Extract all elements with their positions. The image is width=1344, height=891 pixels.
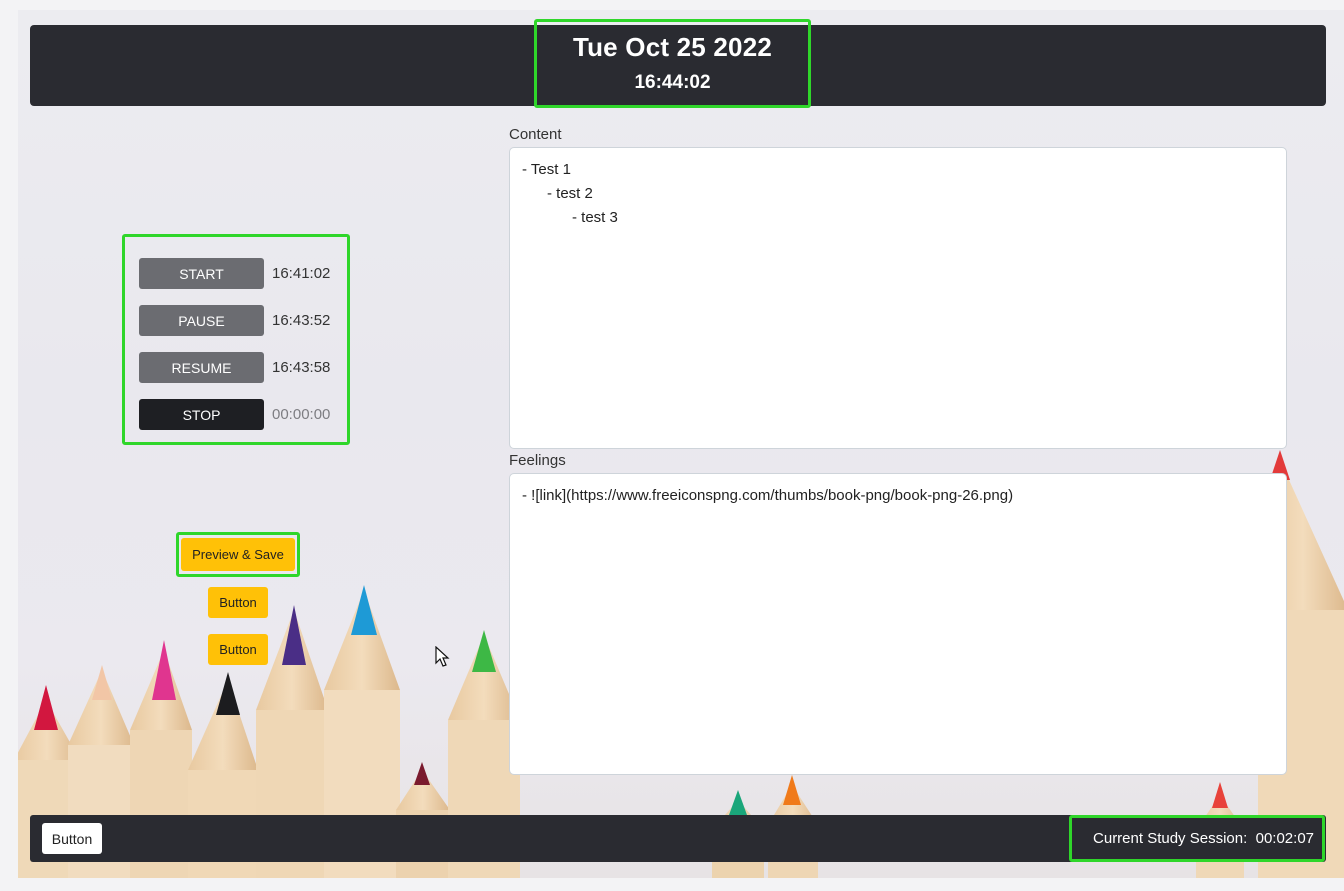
timer-controls-panel: START 16:41:02 PAUSE 16:43:52 RESUME 16:… [122,234,350,445]
stop-button[interactable]: STOP [139,399,264,430]
session-label: Current Study Session: [1093,830,1248,847]
pause-button[interactable]: PAUSE [139,305,264,336]
stop-time: 00:00:00 [272,406,331,423]
current-time: 16:44:02 [634,72,711,93]
start-time: 16:41:02 [272,265,331,282]
mouse-cursor-icon [435,646,450,667]
timer-row-stop: STOP 00:00:00 [139,399,330,430]
footer-button[interactable]: Button [42,823,102,854]
preview-save-highlight: Preview & Save [176,532,300,577]
button-1[interactable]: Button [208,587,268,618]
timer-row-resume: RESUME 16:43:58 [139,352,330,383]
current-date: Tue Oct 25 2022 [572,32,773,62]
app-window: Tue Oct 25 2022 16:44:02 START 16:41:02 … [18,10,1344,878]
session-spacer [1247,830,1255,847]
study-session-display: Current Study Session: 00:02:07 [1069,815,1325,862]
timer-row-pause: PAUSE 16:43:52 [139,305,330,336]
preview-save-button[interactable]: Preview & Save [181,538,295,571]
start-button[interactable]: START [139,258,264,289]
resume-time: 16:43:58 [272,359,331,376]
feelings-textarea[interactable]: - ![link](https://www.freeiconspng.com/t… [509,473,1287,775]
date-clock-display: Tue Oct 25 2022 16:44:02 [534,19,811,108]
resume-button[interactable]: RESUME [139,352,264,383]
content-textarea[interactable]: - Test 1 - test 2 - test 3 [509,147,1287,449]
timer-row-start: START 16:41:02 [139,258,330,289]
button-2[interactable]: Button [208,634,268,665]
content-label: Content [509,126,562,143]
pause-time: 16:43:52 [272,312,331,329]
feelings-label: Feelings [509,452,566,469]
session-value: 00:02:07 [1255,830,1314,847]
